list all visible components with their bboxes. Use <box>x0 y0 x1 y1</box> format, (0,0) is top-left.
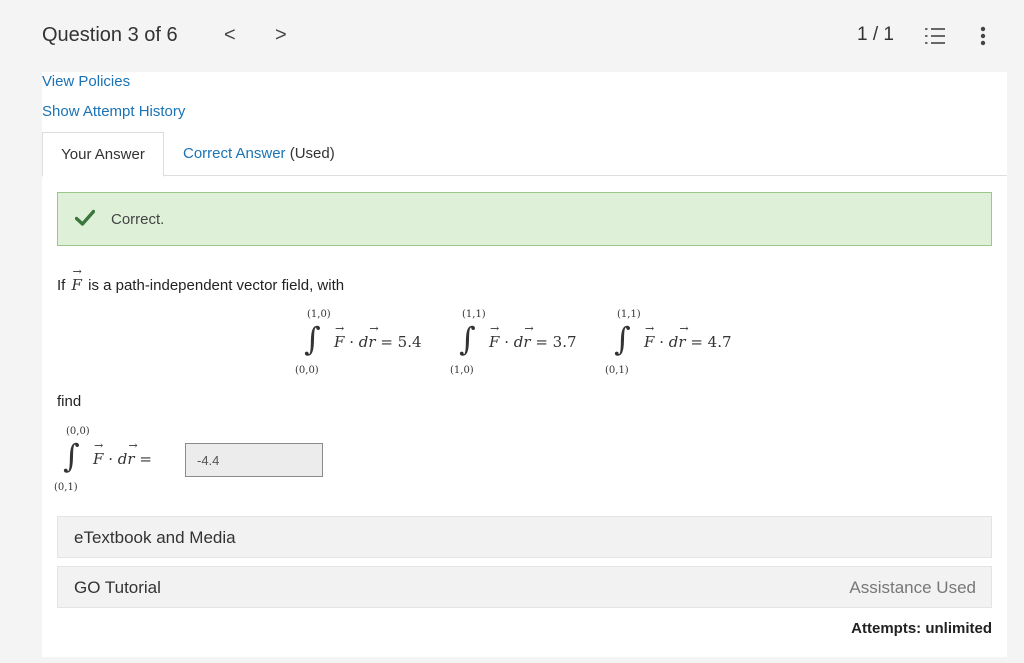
integral-sign: ∫ <box>614 320 631 358</box>
question-intro: If F is a path-independent vector field,… <box>57 265 345 294</box>
integrand: F · dr = 4.7 <box>644 322 732 351</box>
lower-limit: (1,0) <box>450 365 474 376</box>
check-icon <box>75 209 95 226</box>
intro-suffix: is a path-independent vector field, with <box>88 277 345 294</box>
etextbook-section[interactable]: eTextbook and Media <box>57 516 992 558</box>
lower-limit: (0,1) <box>605 365 629 376</box>
upper-limit: (1,1) <box>462 309 486 320</box>
attempts-label: Attempts: unlimited <box>851 620 992 637</box>
feedback-status: Correct. <box>111 211 165 228</box>
integrand: F · dr = <box>93 439 152 468</box>
show-attempt-history-link[interactable]: Show Attempt History <box>42 103 185 120</box>
view-policies-link[interactable]: View Policies <box>42 73 130 90</box>
correct-alert: Correct. <box>57 192 992 246</box>
chevron-right-icon[interactable]: > <box>275 24 287 47</box>
go-tutorial-label: GO Tutorial <box>74 578 161 597</box>
integrand: F · dr = 3.7 <box>489 322 577 351</box>
tab-your-answer[interactable]: Your Answer <box>42 132 164 177</box>
intro-prefix: If <box>57 277 66 294</box>
answer-input[interactable]: -4.4 <box>185 443 323 477</box>
chevron-left-icon[interactable]: < <box>224 24 236 47</box>
assistance-used-label: Assistance Used <box>849 578 976 597</box>
answer-tabs: Your Answer Correct Answer (Used) <box>42 132 1007 177</box>
upper-limit: (1,1) <box>617 309 641 320</box>
integral-sign: ∫ <box>304 320 321 358</box>
find-label: find <box>57 393 82 410</box>
lower-limit: (0,0) <box>295 365 319 376</box>
go-tutorial-section[interactable]: GO Tutorial Assistance Used <box>57 566 992 608</box>
page-counter: 1 / 1 <box>857 24 894 45</box>
tab-correct-answer[interactable]: Correct Answer (Used) <box>183 132 335 176</box>
upper-limit: (1,0) <box>307 309 331 320</box>
upper-limit: (0,0) <box>66 426 90 437</box>
more-vertical-icon[interactable] <box>978 26 988 46</box>
tab-correct-answer-suffix: (Used) <box>289 145 335 162</box>
list-icon[interactable] <box>924 27 946 45</box>
question-panel: View Policies Show Attempt History Your … <box>42 72 1007 657</box>
integral-sign: ∫ <box>63 437 80 475</box>
etextbook-label: eTextbook and Media <box>74 528 236 547</box>
lower-limit: (0,1) <box>54 482 78 493</box>
integrand: F · dr = 5.4 <box>334 322 422 351</box>
integral-sign: ∫ <box>459 320 476 358</box>
question-counter: Question 3 of 6 <box>42 24 178 46</box>
intro-vector: F <box>72 265 83 294</box>
question-header: Question 3 of 6 < > 1 / 1 <box>0 0 1024 72</box>
tab-correct-answer-label[interactable]: Correct Answer <box>183 145 286 162</box>
